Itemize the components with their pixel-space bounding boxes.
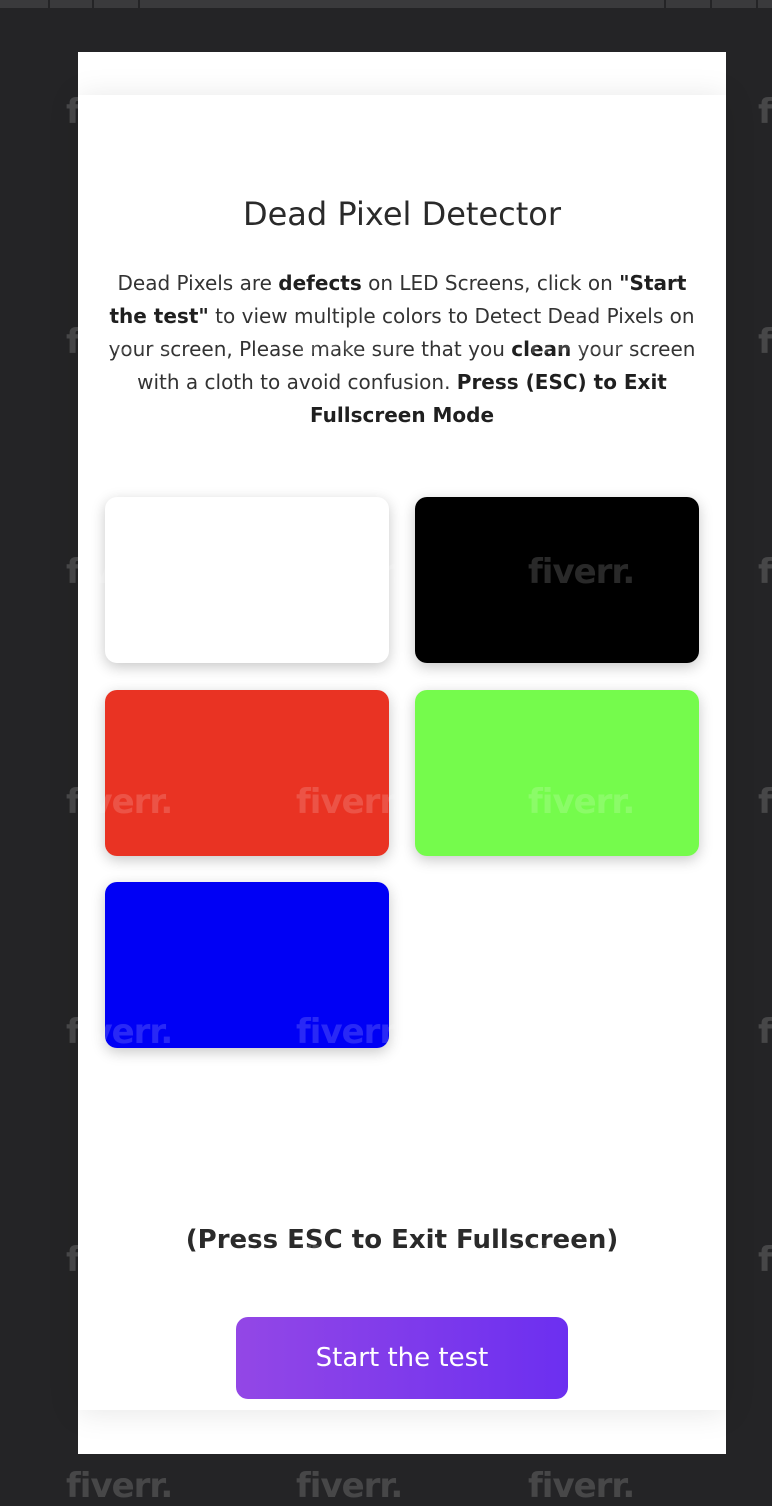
description: Dead Pixels are defects on LED Screens, … [104,267,700,432]
description-emphasis: defects [278,271,362,295]
description-emphasis: clean [511,337,572,361]
color-swatch-white[interactable] [105,497,389,663]
top-bar-divider [48,0,50,8]
watermark: fiverr. [758,1240,772,1280]
esc-instruction: (Press ESC to Exit Fullscreen) [185,1225,619,1255]
color-swatch-green[interactable] [415,690,699,856]
detector-card: Dead Pixel Detector Dead Pixels are defe… [78,52,726,1454]
color-swatch-blue[interactable] [105,882,389,1048]
detector-panel: Dead Pixel Detector Dead Pixels are defe… [78,95,726,1410]
watermark: fiverr. [758,92,772,132]
start-test-button[interactable]: Start the test [236,1317,568,1399]
window-top-bar [0,0,772,8]
watermark: fiverr. [758,1012,772,1052]
watermark: fiverr. [758,782,772,822]
watermark: fiverr. [528,1466,635,1506]
top-bar-divider [138,0,140,8]
watermark: fiverr. [66,1466,173,1506]
description-text: on LED Screens, click on [361,271,620,295]
watermark: fiverr. [296,1466,403,1506]
watermark: fiverr. [758,552,772,592]
watermark: fiverr. [758,322,772,362]
top-bar-divider [756,0,758,8]
color-swatch-black[interactable] [415,497,699,663]
page-title: Dead Pixel Detector [242,195,562,233]
top-bar-divider [710,0,712,8]
top-bar-divider [664,0,666,8]
top-bar-divider [92,0,94,8]
description-text: Dead Pixels are [117,271,279,295]
color-swatch-red[interactable] [105,690,389,856]
